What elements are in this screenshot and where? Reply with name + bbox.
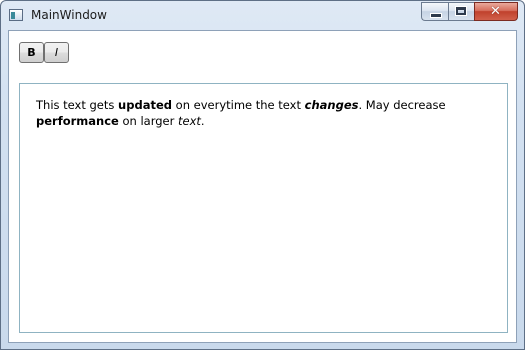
text-run-bold: performance	[36, 114, 119, 128]
text-run: This text gets	[36, 98, 119, 112]
close-button[interactable]: ✕	[474, 2, 518, 21]
caption-buttons: ✕	[421, 2, 518, 21]
window-app-icon[interactable]	[9, 9, 23, 21]
italic-button[interactable]: I	[44, 42, 69, 63]
close-icon: ✕	[490, 4, 501, 19]
text-run-italic: text	[178, 114, 201, 128]
main-window: MainWindow ✕ B I This text gets updated …	[0, 0, 525, 350]
text-run: . May decrease	[358, 98, 446, 112]
maximize-icon	[455, 6, 467, 16]
text-run: on everytime the text	[172, 98, 305, 112]
text-run: on larger	[118, 114, 178, 128]
bold-button[interactable]: B	[19, 42, 44, 63]
rich-text-box[interactable]: This text gets updated on everytime the …	[19, 83, 508, 333]
rich-text-content[interactable]: This text gets updated on everytime the …	[36, 97, 496, 129]
text-run-bold: updated	[118, 98, 172, 112]
formatting-toolbar: B I	[19, 42, 69, 63]
text-run-bold-italic: changes	[304, 98, 359, 112]
maximize-button[interactable]	[448, 2, 474, 21]
text-run: .	[200, 114, 205, 128]
minimize-icon	[430, 13, 442, 18]
title-bar[interactable]: MainWindow ✕	[1, 1, 524, 31]
window-title: MainWindow	[31, 8, 107, 22]
minimize-button[interactable]	[421, 2, 448, 21]
client-area: B I This text gets updated on everytime …	[8, 30, 517, 343]
